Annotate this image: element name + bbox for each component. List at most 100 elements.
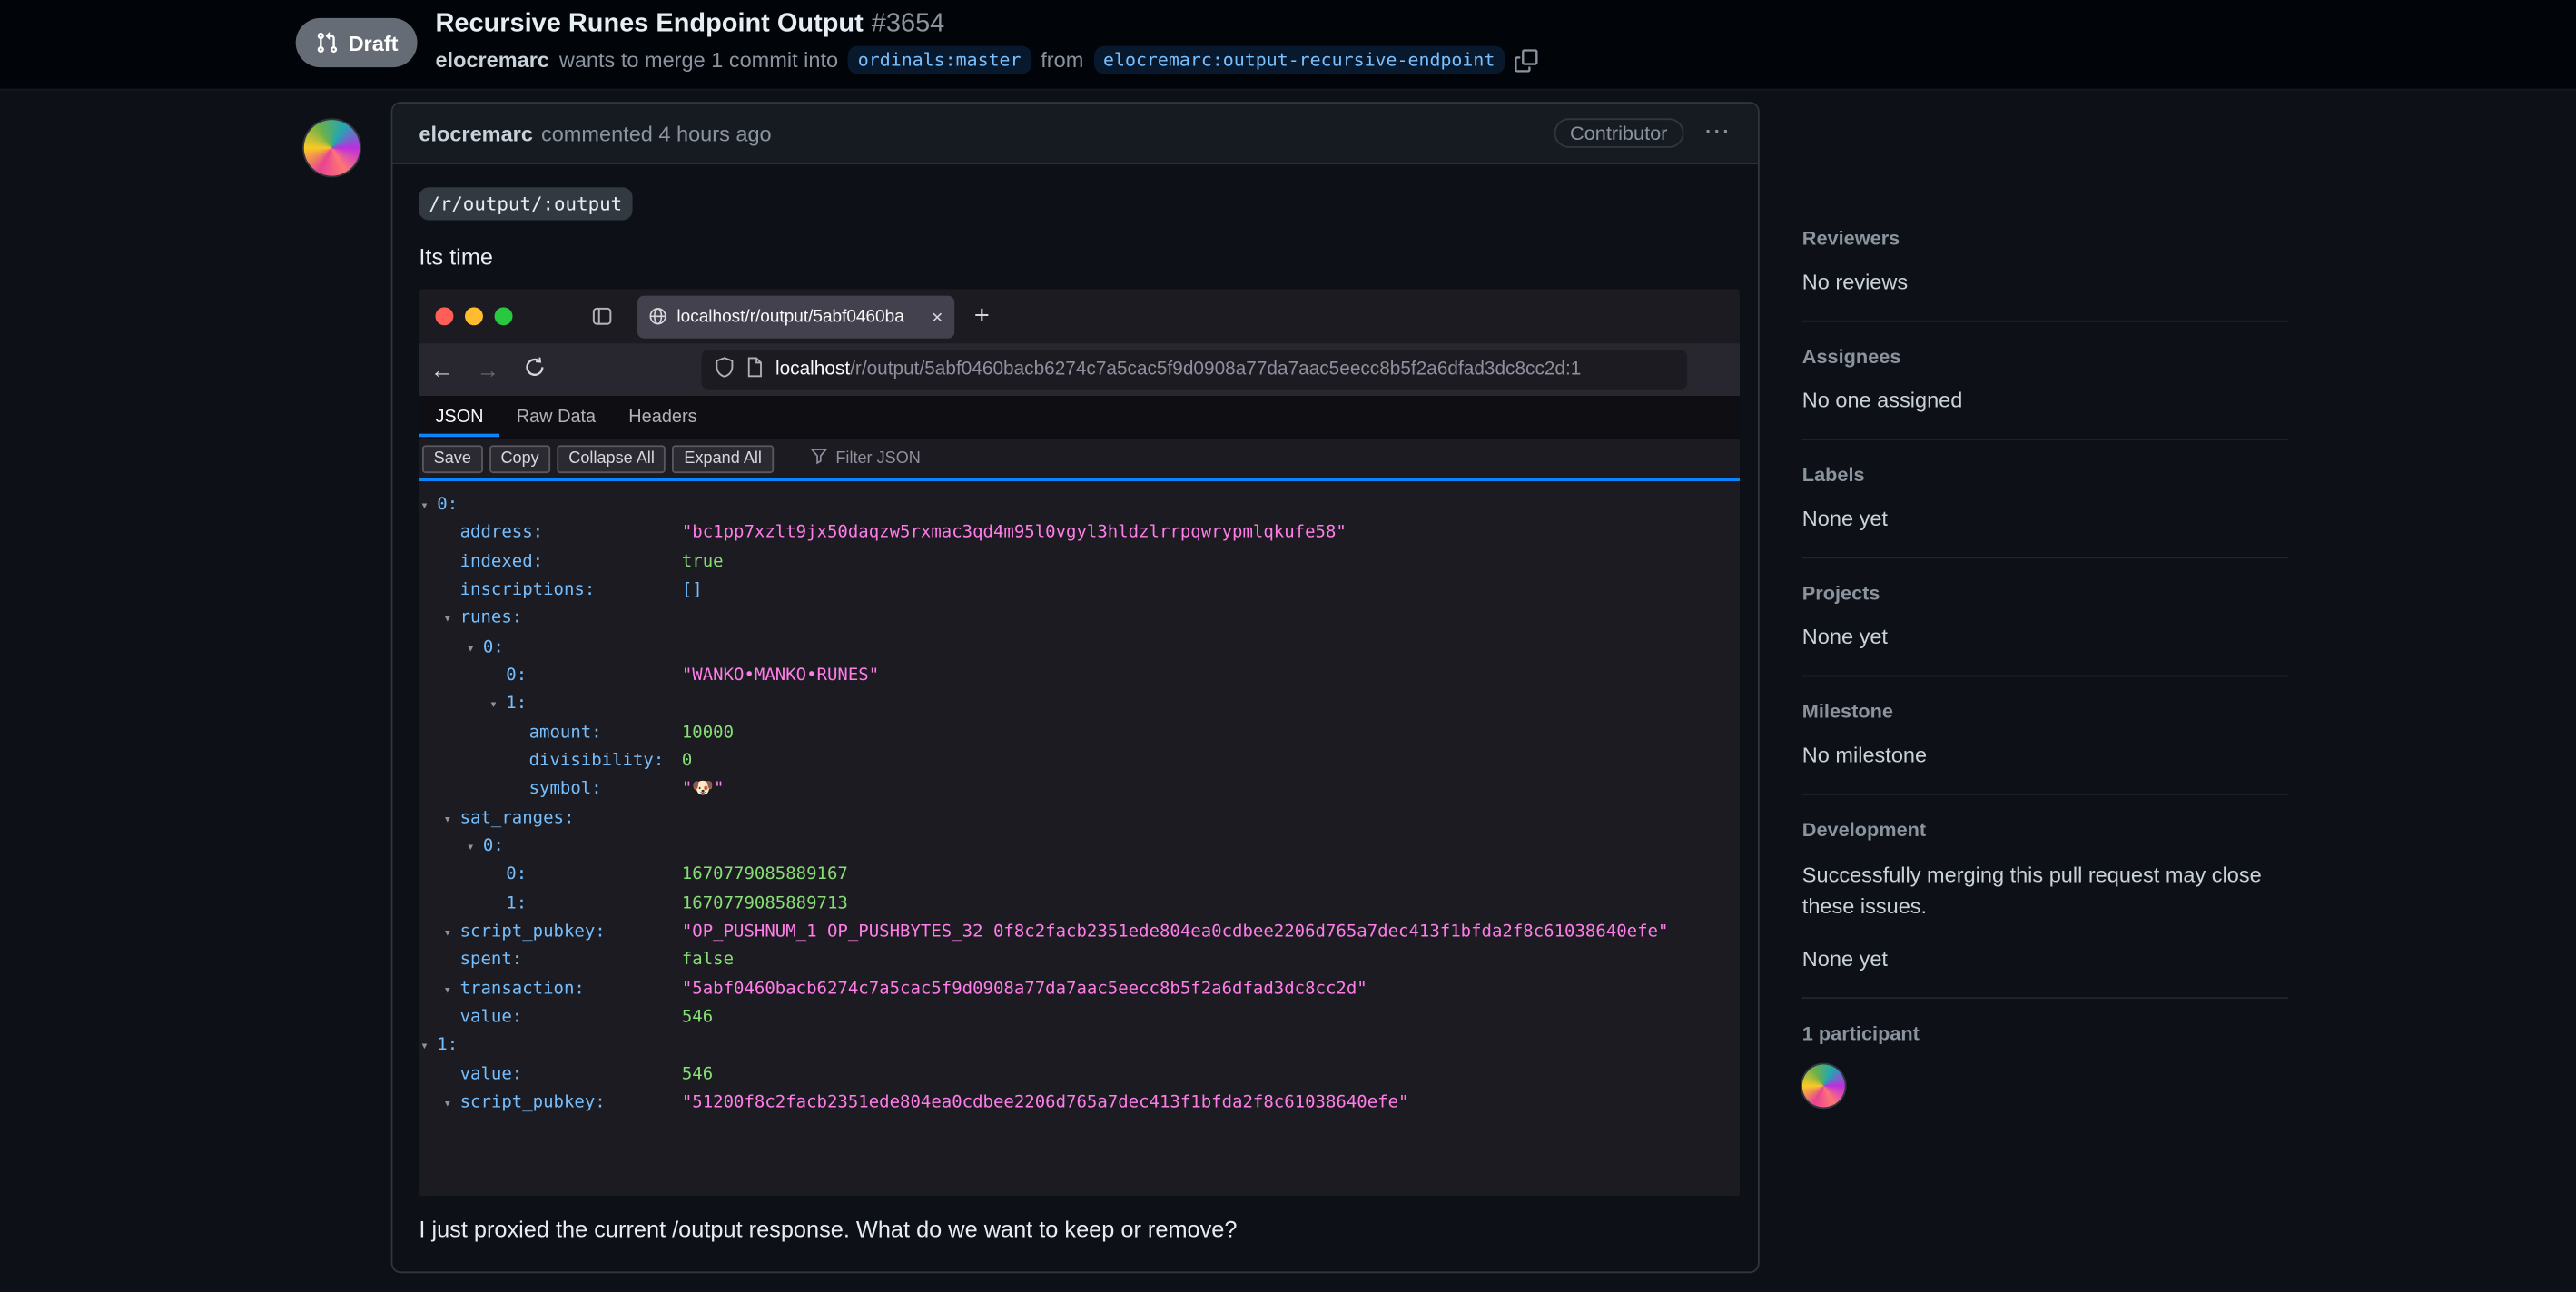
back-icon: ← [430,356,454,383]
comment-author-link[interactable]: elocremarc [419,121,533,145]
head-branch-ref[interactable]: elocremarc:output-recursive-endpoint [1093,45,1505,74]
collapse-all-button: Collapse All [557,444,666,473]
twisty-icon: ▾ [466,639,475,656]
sidebar-section-participants: 1 participant [1801,998,2289,1132]
traffic-light-minimize-icon [465,307,483,326]
browser-tab-title: localhost/r/output/5abf0460ba [676,306,904,327]
twisty-icon: ▾ [443,611,452,626]
sidebar-section-projects: Projects None yet [1801,558,2289,677]
json-row: address: "bc1pp7xzlt9jx50daqzw5rxmac3qd4m… [419,519,1740,547]
development-note: Successfully merging this pull request m… [1801,862,2262,919]
url-host: localhost [775,360,851,380]
embedded-browser-screenshot[interactable]: localhost/r/output/5abf0460ba × + ← → lo… [419,289,1741,1197]
json-key: runes: [459,608,523,628]
json-key: 1: [437,1035,459,1055]
json-value: "🐶" [681,779,725,799]
json-value: 546 [681,1063,714,1084]
twisty-icon: ▾ [489,696,498,712]
json-key: 0: [506,864,528,884]
json-key: script_pubkey: [459,1091,606,1112]
section-body: None yet [1801,624,1888,649]
copy-branch-icon[interactable] [1515,48,1538,72]
comment-meta: commented 4 hours ago [540,120,772,146]
reload-icon [511,357,558,383]
twisty-icon: ▾ [443,981,452,997]
json-key: symbol: [528,779,602,799]
json-value: 1670779085889713 [681,893,848,913]
sidebar-section-assignees: Assignees No one assigned [1801,322,2289,440]
twisty-icon: ▾ [443,811,452,826]
comment-header: elocremarc commented 4 hours ago Contrib… [392,103,1758,164]
section-body: No one assigned [1801,387,1963,413]
json-value: [] [681,579,703,600]
json-key: indexed: [459,551,544,572]
sidebar-section-development: Development Successfully merging this pu… [1801,795,2289,999]
json-key: amount: [528,722,602,743]
json-key: 0: [482,636,504,657]
section-title: 1 participant [1801,1021,1920,1045]
contributor-badge: Contributor [1553,118,1684,148]
expand-all-button: Expand All [672,444,774,473]
json-viewer-toolbar: Save Copy Collapse All Expand All Filter… [419,439,1741,478]
base-branch-ref[interactable]: ordinals:master [847,45,1031,74]
json-row: ▾ script_pubkey: "OP_PUSHNUM_1 OP_PUSHBYTE… [419,918,1740,946]
json-key: 1: [506,694,528,714]
json-row: value: 546 [419,1003,1740,1031]
comment-options-button[interactable]: ⋯ [1703,119,1732,146]
draft-label: Draft [348,30,399,55]
browser-tab-strip: localhost/r/output/5abf0460ba × + [419,289,1741,344]
json-value: "5abf0460bacb6274c7a5cac5f9d0908a77da7aa… [681,978,1367,999]
json-row: 1: 1670779085889713 [419,890,1740,918]
forward-icon: → [476,356,500,383]
json-key: sat_ranges: [459,807,575,828]
twisty-icon: ▾ [443,924,452,940]
twisty-icon: ▾ [466,839,475,854]
json-row: 0: "WANKO•MANKO•RUNES" [419,662,1740,690]
git-pull-request-icon [315,31,338,54]
comment-author-avatar[interactable] [303,120,360,176]
firefox-view-icon [591,306,613,328]
json-value: "51200f8c2facb2351ede804ea0cdbee2206d765… [681,1091,1409,1112]
browser-nav-bar: ← → localhost/r/output/5abf0460bacb6274c… [419,343,1741,397]
pr-title: Recursive Runes Endpoint Output [435,9,864,38]
participant-avatar[interactable] [1801,1063,1845,1107]
pr-header: Draft Recursive Runes Endpoint Output #36… [0,0,2576,91]
section-title: Development [1801,818,1927,842]
section-title: Reviewers [1801,226,1900,251]
pr-merge-summary: elocremarc wants to merge 1 commit into … [435,45,1538,74]
json-key: value: [459,1006,523,1027]
json-value: 0 [681,750,693,771]
copy-button: Copy [489,444,551,473]
page: Draft Recursive Runes Endpoint Output #36… [0,0,2576,1292]
section-title: Labels [1801,463,1865,487]
json-value: "OP_PUSHNUM_1 OP_PUSHBYTES_32 0f8c2facb2… [681,921,1669,942]
traffic-light-zoom-icon [494,307,513,326]
tab-json: JSON [419,396,501,438]
json-key: 0: [437,494,459,515]
section-title: Projects [1801,581,1880,605]
json-row: ▾ 0: [419,833,1740,861]
json-key: spent: [459,950,523,970]
json-row: indexed: true [419,548,1740,577]
comment-paragraph: Its time [419,242,494,270]
twisty-icon: ▾ [420,498,429,513]
json-row: spent: false [419,947,1740,975]
json-row: symbol: "🐶" [419,775,1740,804]
pr-author-link[interactable]: elocremarc [435,47,549,72]
comment-paragraph: I just proxied the current /output respo… [419,1215,1238,1242]
section-body: No milestone [1801,742,1928,767]
json-row: inscriptions: [] [419,577,1740,605]
pr-number: #3654 [871,9,945,38]
json-value: "WANKO•MANKO•RUNES" [681,665,880,685]
comment-card: elocremarc commented 4 hours ago Contrib… [390,102,1760,1274]
section-body: No reviews [1801,269,1909,294]
sidebar: Reviewers No reviews Assignees No one as… [1801,203,2289,1132]
new-tab-button: + [973,301,990,330]
browser-tab: localhost/r/output/5abf0460ba × [637,294,955,338]
json-tree: ▾ 0: address: "bc1pp7xzlt9jx50daqzw5rxmac3… [419,481,1741,1197]
json-key: value: [459,1063,523,1084]
json-key: 1: [506,893,528,913]
sidebar-section-milestone: Milestone No milestone [1801,676,2289,795]
json-value: 546 [681,1006,714,1027]
json-key: 0: [482,835,504,856]
